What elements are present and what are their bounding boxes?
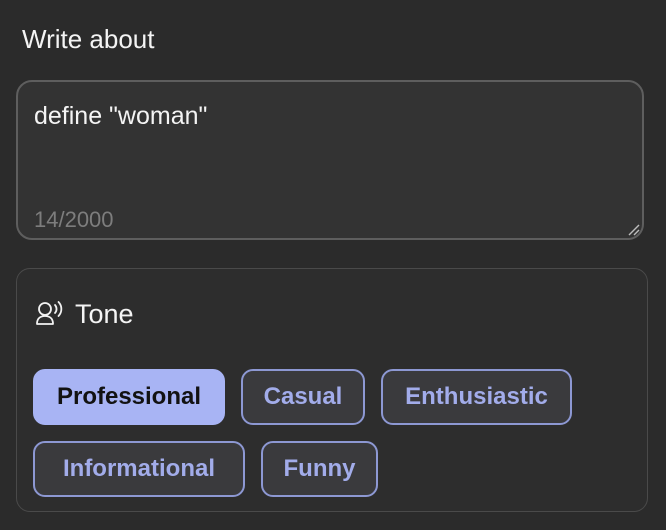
tone-chip-casual[interactable]: Casual	[241, 369, 365, 425]
write-about-panel: Write about define "woman" 14/2000 Tone …	[0, 0, 666, 530]
topic-text-value[interactable]: define "woman"	[34, 100, 207, 132]
tone-section: Tone Professional Casual Enthusiastic In…	[16, 268, 648, 512]
tone-title: Tone	[75, 299, 134, 329]
resize-handle-icon[interactable]	[626, 222, 640, 236]
tone-chip-funny[interactable]: Funny	[261, 441, 378, 497]
character-counter: 14/2000	[34, 207, 114, 232]
speaking-head-icon	[36, 301, 63, 325]
write-about-label: Write about	[22, 24, 155, 54]
tone-chip-enthusiastic[interactable]: Enthusiastic	[381, 369, 572, 425]
tone-chip-informational[interactable]: Informational	[33, 441, 245, 497]
tone-chip-professional[interactable]: Professional	[33, 369, 225, 425]
topic-textarea[interactable]: define "woman" 14/2000	[16, 80, 644, 240]
tone-header: Tone	[33, 297, 134, 331]
